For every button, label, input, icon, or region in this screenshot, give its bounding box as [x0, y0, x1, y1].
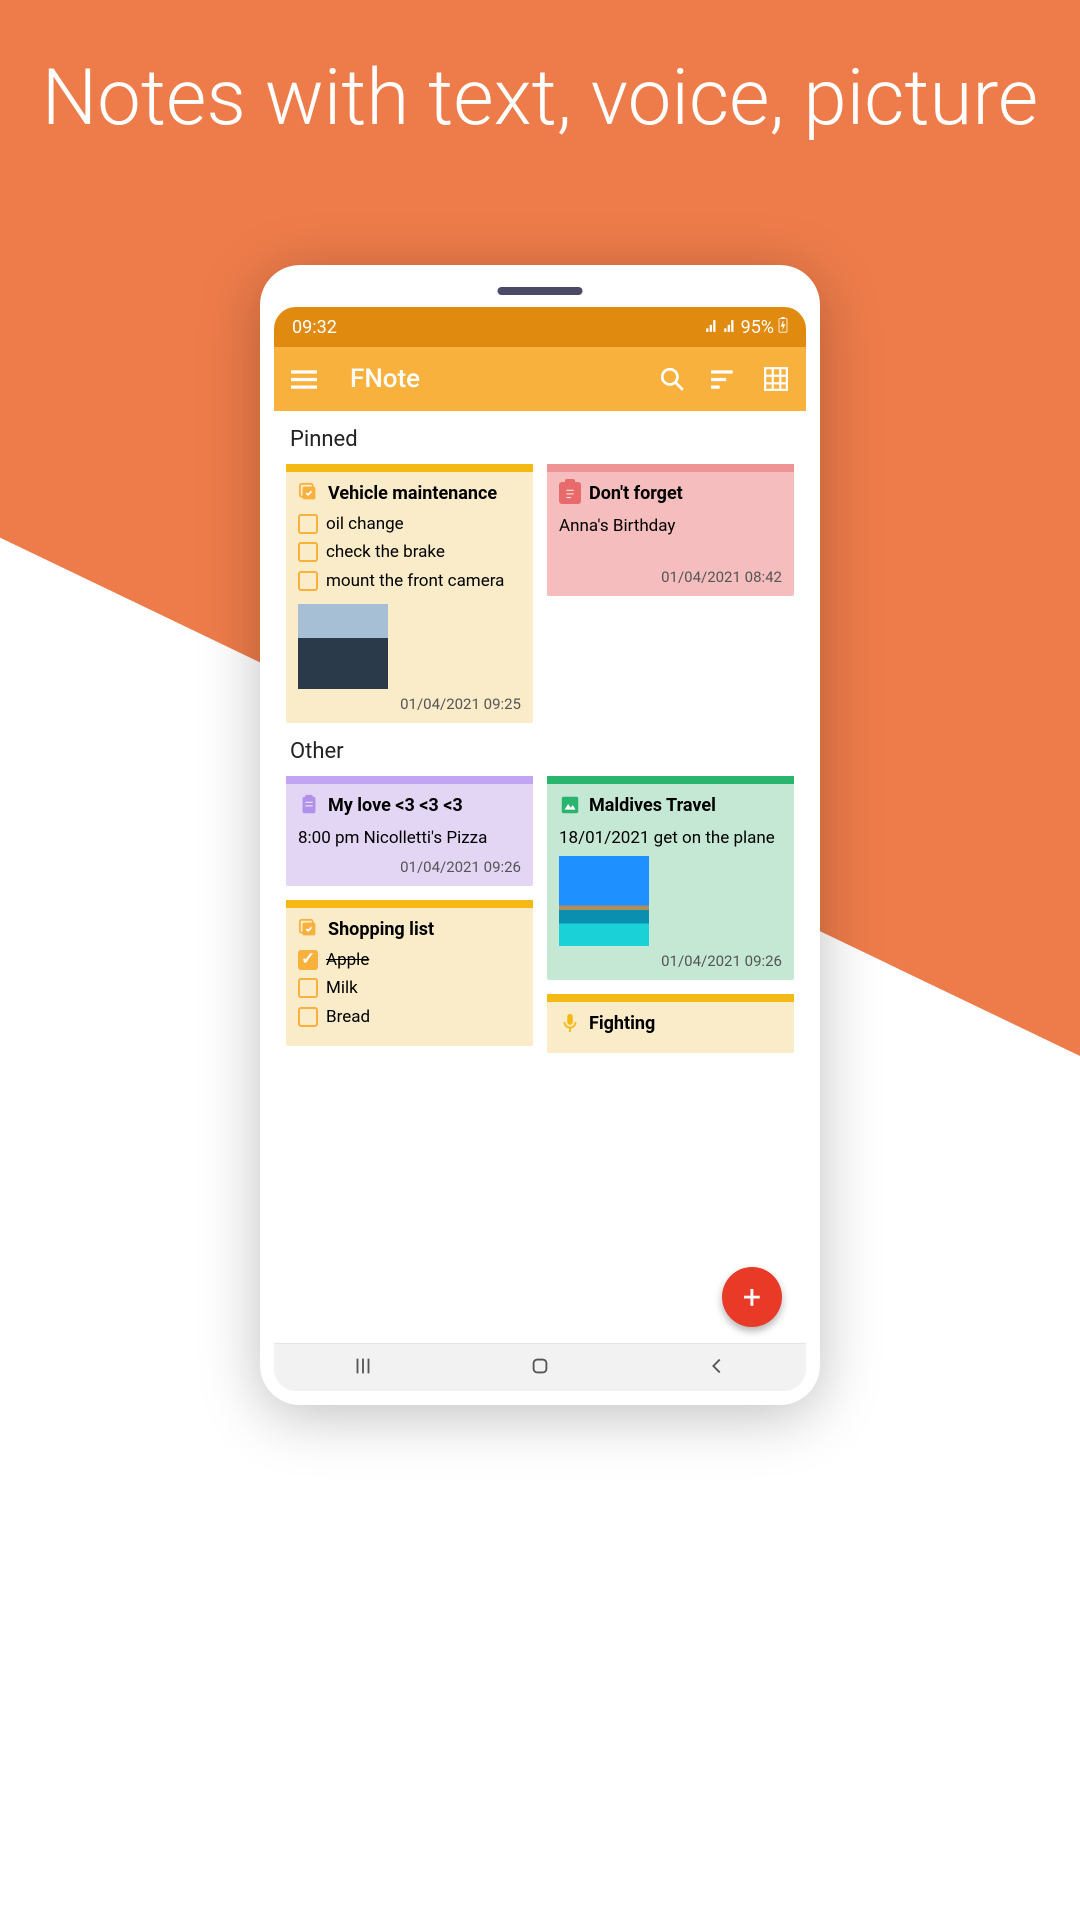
note-title: Fighting — [589, 1012, 655, 1035]
nav-home-icon[interactable] — [529, 1355, 551, 1381]
note-title: Vehicle maintenance — [328, 482, 497, 505]
grid-icon[interactable] — [762, 365, 790, 393]
image-icon — [559, 794, 581, 816]
menu-icon[interactable] — [290, 365, 318, 393]
note-card-vehicle[interactable]: Vehicle maintenance oil change check the… — [286, 464, 533, 723]
battery-icon — [778, 317, 788, 338]
app-title: FNote — [350, 364, 634, 394]
checklist-icon — [298, 918, 320, 940]
phone-notch — [498, 287, 583, 295]
note-date: 01/04/2021 09:26 — [559, 952, 782, 970]
status-bar: 09:32 95% — [274, 307, 806, 347]
check-label: Bread — [326, 1006, 370, 1028]
note-title: Shopping list — [328, 918, 434, 941]
search-icon[interactable] — [658, 365, 686, 393]
checklist-icon — [298, 482, 320, 504]
checkbox[interactable] — [298, 514, 318, 534]
hero-text: Notes with text, voice, picture — [0, 0, 1080, 148]
android-nav-bar — [274, 1343, 806, 1391]
note-card-maldives[interactable]: Maldives Travel 18/01/2021 get on the pl… — [547, 776, 794, 980]
checkbox[interactable] — [298, 978, 318, 998]
note-date: 01/04/2021 08:42 — [559, 568, 782, 586]
note-title: My love <3 <3 <3 — [328, 794, 463, 817]
check-label: Apple — [326, 949, 369, 971]
signal-icon — [705, 317, 719, 338]
battery-text: 95% — [741, 317, 774, 338]
app-bar: FNote — [274, 347, 806, 411]
note-title: Don't forget — [589, 482, 683, 505]
note-card-my-love[interactable]: My love <3 <3 <3 8:00 pm Nicolletti's Pi… — [286, 776, 533, 886]
note-image — [298, 604, 388, 689]
phone-frame: 09:32 95% FNote — [260, 265, 820, 1405]
note-title: Maldives Travel — [589, 794, 716, 817]
note-image — [559, 856, 649, 946]
section-other: Other — [286, 723, 794, 776]
check-label: check the brake — [326, 541, 445, 563]
checkbox[interactable] — [298, 950, 318, 970]
add-note-button[interactable]: + — [722, 1267, 782, 1327]
clipboard-icon — [298, 794, 320, 816]
checkbox[interactable] — [298, 542, 318, 562]
nav-back-icon[interactable] — [706, 1355, 728, 1381]
note-body: Anna's Birthday — [559, 515, 782, 538]
check-label: Milk — [326, 977, 358, 999]
status-time: 09:32 — [292, 317, 337, 338]
note-card-fighting[interactable]: Fighting — [547, 994, 794, 1053]
note-date: 01/04/2021 09:26 — [298, 858, 521, 876]
note-body: 8:00 pm Nicolletti's Pizza — [298, 827, 521, 850]
check-label: oil change — [326, 513, 404, 535]
note-date: 01/04/2021 09:25 — [298, 695, 521, 713]
note-card-shopping[interactable]: Shopping list Apple Milk Bread — [286, 900, 533, 1046]
clipboard-icon — [559, 482, 581, 504]
note-body: 18/01/2021 get on the plane — [559, 827, 782, 850]
signal-icon-2 — [723, 317, 737, 338]
nav-recent-icon[interactable] — [352, 1355, 374, 1381]
mic-icon — [559, 1012, 581, 1034]
checkbox[interactable] — [298, 1007, 318, 1027]
note-card-dont-forget[interactable]: Don't forget Anna's Birthday 01/04/2021 … — [547, 464, 794, 596]
checkbox[interactable] — [298, 571, 318, 591]
section-pinned: Pinned — [286, 411, 794, 464]
check-label: mount the front camera — [326, 570, 504, 592]
sort-icon[interactable] — [710, 365, 738, 393]
